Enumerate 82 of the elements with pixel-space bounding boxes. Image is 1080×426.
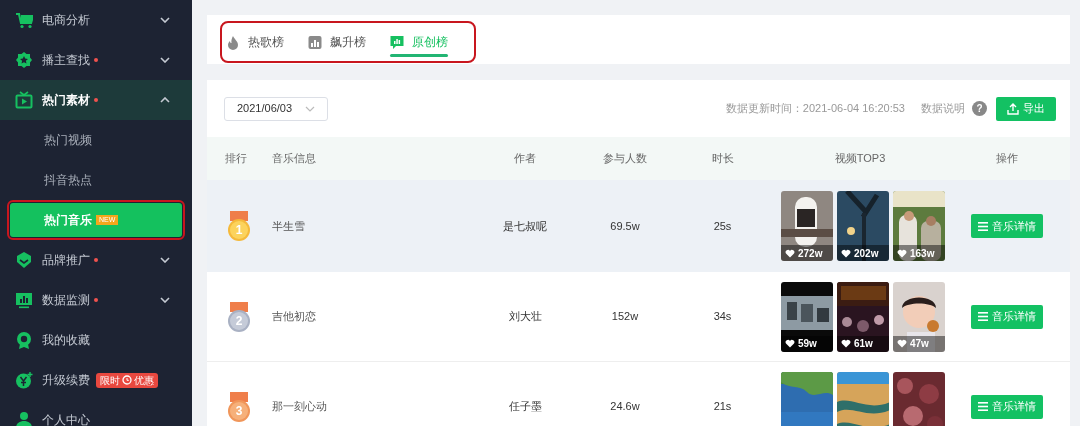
participant-count: 24.6w (609, 399, 641, 415)
heart-icon (785, 248, 795, 258)
song-title: 那一刻心动 (271, 399, 328, 415)
column-header: 视频TOP3 (833, 151, 887, 167)
duration: 25s (712, 218, 733, 234)
menu-item[interactable]: 个人中心 (0, 400, 192, 426)
column-header: 排行 (224, 151, 248, 167)
chevron-up-icon (160, 97, 170, 103)
chevron-down-icon (160, 257, 170, 263)
list-icon (977, 402, 988, 411)
chart-monitor-icon (15, 291, 33, 309)
video-thumbnail[interactable]: 61w (837, 281, 889, 352)
chevron-down-icon (160, 297, 170, 303)
like-count: 61w (854, 337, 873, 351)
menu-item[interactable]: 品牌推广 (0, 240, 192, 280)
heart-icon (785, 339, 795, 348)
menu-item[interactable]: 播主查找 (0, 40, 192, 80)
author-name: 任子墨 (507, 399, 543, 415)
menu-item[interactable]: 热门素材 (0, 80, 192, 120)
video-thumbnail[interactable]: 272w (781, 191, 833, 261)
heart-icon (841, 248, 851, 258)
clock-icon (122, 375, 132, 385)
like-count: 202w (854, 246, 879, 261)
tab[interactable]: 飙升榜 (308, 23, 366, 61)
submenu-item[interactable]: 抖音热点 (10, 163, 182, 197)
menu-item[interactable]: 我的收藏 (0, 320, 192, 360)
like-count: 47w (910, 337, 929, 351)
author-name: 刘大壮 (507, 309, 543, 325)
rank-medal: 2 (228, 301, 250, 332)
author-name: 是七叔呢 (502, 218, 548, 234)
like-count: 272w (798, 246, 823, 261)
video-thumbnail[interactable]: 47w (893, 281, 945, 352)
like-count: 163w (910, 246, 935, 261)
medal-icon (15, 331, 33, 349)
promo-badge: 限时 优惠 (96, 372, 158, 388)
help-icon[interactable]: ? (972, 101, 987, 116)
duration: 34s (712, 309, 733, 325)
heart-icon (841, 339, 851, 348)
column-header: 作者 (513, 151, 537, 167)
submenu-item[interactable]: 热门视频 (10, 123, 182, 157)
menu-item[interactable]: 数据监测 (0, 280, 192, 320)
participant-count: 152w (610, 309, 640, 325)
column-header: 操作 (994, 151, 1019, 167)
song-title: 半生雪 (271, 218, 306, 234)
participant-count: 69.5w (609, 218, 641, 234)
video-thumbnail[interactable]: 202w (837, 191, 889, 261)
rank-medal: 1 (228, 211, 250, 241)
rank-medal: 3 (228, 391, 250, 422)
video-thumbnail[interactable]: 163w (893, 191, 945, 261)
heart-icon (897, 339, 907, 348)
upload-icon (1007, 102, 1019, 115)
menu-item[interactable]: 升级续费 限时 优惠 (0, 360, 192, 400)
badge-icon (15, 51, 33, 69)
coin-icon (15, 371, 33, 389)
tab[interactable]: 热歌榜 (226, 23, 284, 61)
video-thumbnail[interactable] (893, 371, 945, 426)
chevron-down-icon (160, 17, 170, 23)
bar-chart-icon (308, 34, 322, 50)
date-select[interactable]: 2021/06/03 (224, 96, 328, 121)
heart-icon (897, 248, 907, 258)
list-icon (977, 312, 988, 321)
update-time: 数据更新时间：2021-06-04 16:20:53 (725, 101, 905, 117)
chevron-down-icon (160, 57, 170, 63)
chart-message-icon (390, 34, 404, 50)
tab-underline (390, 54, 448, 57)
column-header: 参与人数 (602, 151, 648, 167)
list-icon (977, 221, 988, 231)
video-thumbnail[interactable]: 59w (781, 281, 833, 352)
tv-icon (15, 91, 33, 109)
column-header: 时长 (710, 151, 735, 167)
song-title: 吉他初恋 (271, 309, 317, 325)
column-header: 音乐信息 (271, 151, 317, 167)
flame-icon (226, 34, 240, 50)
video-thumbnail[interactable] (781, 371, 833, 426)
person-icon (15, 411, 33, 426)
cart-icon (15, 11, 33, 29)
chevron-down-icon (305, 105, 315, 112)
like-count: 59w (798, 337, 817, 351)
shield-icon (15, 251, 33, 269)
menu-item[interactable]: 电商分析 (0, 0, 192, 40)
video-thumbnail[interactable] (837, 371, 889, 426)
duration: 21s (712, 399, 733, 415)
